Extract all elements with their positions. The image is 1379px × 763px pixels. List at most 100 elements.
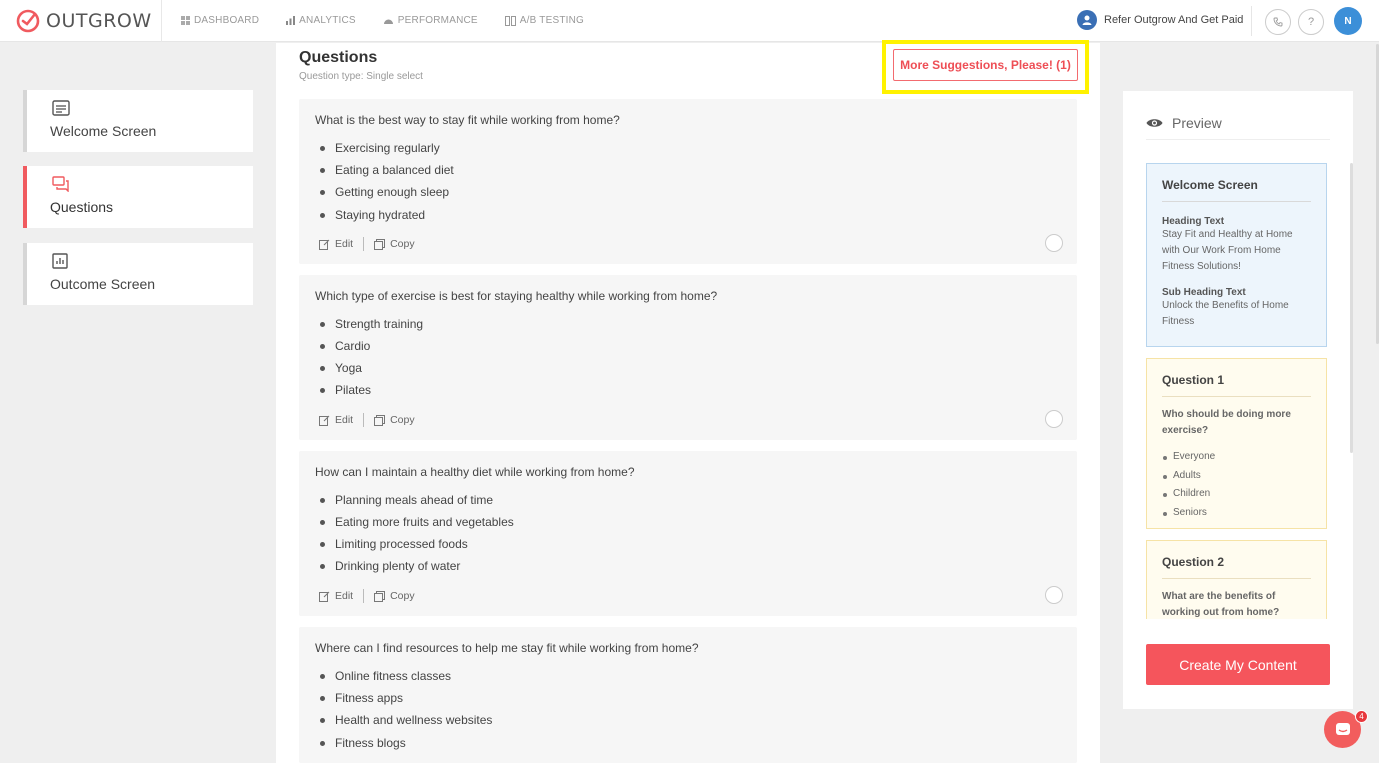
analytics-icon <box>286 16 296 25</box>
copy-label: Copy <box>390 414 415 426</box>
preview-title: Preview <box>1172 115 1222 131</box>
nav-ab-testing-label: A/B TESTING <box>519 15 585 26</box>
preview-scrollbar[interactable] <box>1350 163 1353 453</box>
preview-divider <box>1146 139 1330 140</box>
question-text: How can I maintain a healthy diet while … <box>315 465 635 479</box>
outcome-screen-icon <box>52 253 68 269</box>
preview-question1-card[interactable]: Question 1 Who should be doing more exer… <box>1146 358 1327 529</box>
phone-button[interactable] <box>1265 9 1291 35</box>
question-option: Health and wellness websites <box>319 713 493 727</box>
preview-question1-options: Everyone Adults Children Seniors <box>1162 448 1311 522</box>
question-text: Where can I find resources to help me st… <box>315 641 699 655</box>
question-actions: Edit Copy <box>319 237 415 251</box>
question-select-radio[interactable] <box>1045 586 1063 604</box>
phone-icon <box>1273 17 1283 27</box>
questions-panel: Questions Question type: Single select M… <box>276 40 1100 763</box>
question-option: Eating more fruits and vegetables <box>320 515 514 529</box>
question-card: Where can I find resources to help me st… <box>299 627 1077 763</box>
avatar[interactable]: N <box>1334 7 1362 35</box>
question-option: Online fitness classes <box>319 669 452 683</box>
heading-text-label: Heading Text <box>1162 216 1225 227</box>
preview-header: Preview <box>1146 115 1222 131</box>
refer-link[interactable]: Refer Outgrow And Get Paid <box>1077 10 1243 30</box>
step-welcome-label: Welcome Screen <box>50 123 157 139</box>
eye-icon <box>1146 119 1163 127</box>
question-option: Staying hydrated <box>319 208 426 222</box>
outgrow-logo-icon <box>16 9 40 32</box>
edit-button[interactable]: Edit <box>319 238 353 250</box>
action-divider <box>363 237 365 251</box>
question-card: What is the best way to stay fit while w… <box>299 99 1077 264</box>
copy-button[interactable]: Copy <box>374 414 415 426</box>
question-option: Getting enough sleep <box>319 185 450 199</box>
questions-icon <box>52 176 69 192</box>
nav-dashboard[interactable]: DASHBOARD <box>181 15 259 26</box>
step-welcome-screen[interactable]: Welcome Screen <box>23 90 253 152</box>
nav-analytics[interactable]: ANALYTICS <box>286 15 356 26</box>
question-option: Drinking plenty of water <box>319 559 461 573</box>
welcome-screen-icon <box>52 100 70 116</box>
page-title: Questions <box>299 49 378 66</box>
preview-option: Adults <box>1162 467 1311 486</box>
preview-option: Everyone <box>1162 448 1311 467</box>
preview-welcome-card[interactable]: Welcome Screen Heading Text Stay Fit and… <box>1146 163 1327 347</box>
edit-label: Edit <box>335 590 354 602</box>
refer-label: Refer Outgrow And Get Paid <box>1104 14 1244 26</box>
copy-label: Copy <box>390 590 415 602</box>
action-divider <box>363 413 365 427</box>
question-select-radio[interactable] <box>1045 410 1063 428</box>
nav-performance-label: PERFORMANCE <box>397 15 478 26</box>
action-divider <box>363 589 365 603</box>
question-option: Pilates <box>319 383 372 397</box>
ab-testing-icon <box>504 15 516 26</box>
edit-icon <box>319 415 330 426</box>
top-divider <box>1251 6 1252 36</box>
main-nav: DASHBOARD ANALYTICS PERFORMANCE A/B TEST… <box>181 15 611 26</box>
logo[interactable]: OUTGROW <box>0 0 162 42</box>
nav-performance[interactable]: PERFORMANCE <box>383 15 478 26</box>
help-button[interactable]: ? <box>1298 9 1324 35</box>
question-actions: Edit Copy <box>319 589 415 603</box>
question-option: Exercising regularly <box>320 141 440 155</box>
nav-analytics-label: ANALYTICS <box>299 15 356 26</box>
question-option: Fitness blogs <box>320 736 406 750</box>
edit-icon <box>319 239 330 250</box>
chat-badge: 4 <box>1355 710 1368 723</box>
question-option: Strength training <box>319 317 424 331</box>
copy-label: Copy <box>390 238 415 250</box>
edit-label: Edit <box>335 414 354 426</box>
preview-welcome-title: Welcome Screen <box>1162 178 1311 202</box>
performance-icon <box>383 19 393 24</box>
nav-ab-testing[interactable]: A/B TESTING <box>504 15 585 26</box>
nav-dashboard-label: DASHBOARD <box>194 15 260 26</box>
copy-button[interactable]: Copy <box>374 590 415 602</box>
edit-label: Edit <box>335 238 354 250</box>
step-outcome-screen[interactable]: Outcome Screen <box>23 243 253 305</box>
edit-button[interactable]: Edit <box>319 414 353 426</box>
dashboard-icon <box>181 16 190 25</box>
preview-question2-title: Question 2 <box>1162 555 1311 579</box>
question-option: Eating a balanced diet <box>320 163 454 177</box>
edit-icon <box>319 591 330 602</box>
top-bar: OUTGROW DASHBOARD ANALYTICS PERFORMANCE … <box>0 0 1379 42</box>
step-outcome-label: Outcome Screen <box>50 276 156 292</box>
question-type-label: Question type: Single select <box>299 71 423 82</box>
refer-icon <box>1077 10 1097 30</box>
preview-option: Children <box>1162 485 1311 504</box>
heading-text-value: Stay Fit and Healthy at Home with Our Wo… <box>1162 229 1293 272</box>
more-suggestions-button[interactable]: More Suggestions, Please! (1) <box>893 49 1078 81</box>
preview-question1-text: Who should be doing more exercise? <box>1162 409 1291 436</box>
preview-panel: Preview Welcome Screen Heading Text Stay… <box>1123 91 1353 709</box>
chat-icon <box>1335 722 1350 735</box>
copy-icon <box>374 238 386 250</box>
question-select-radio[interactable] <box>1045 234 1063 252</box>
question-option: Limiting processed foods <box>320 537 468 551</box>
copy-icon <box>374 414 386 426</box>
copy-button[interactable]: Copy <box>374 238 415 250</box>
create-my-content-button[interactable]: Create My Content <box>1146 644 1330 685</box>
step-questions[interactable]: Questions <box>23 166 253 228</box>
step-questions-label: Questions <box>50 199 114 215</box>
edit-button[interactable]: Edit <box>319 590 353 602</box>
question-option: Cardio <box>319 339 371 353</box>
preview-question2-text: What are the benefits of working out fro… <box>1162 591 1280 618</box>
